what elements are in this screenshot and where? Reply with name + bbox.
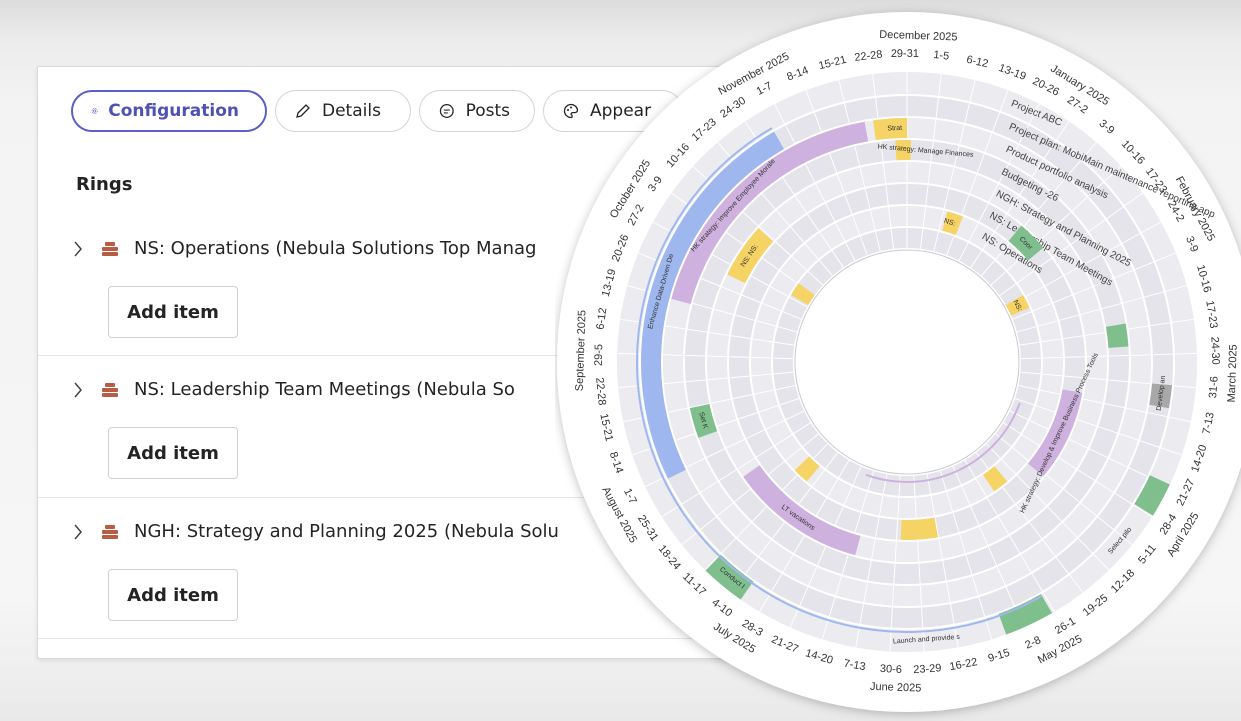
week-label: 24-30	[1208, 336, 1221, 365]
ring-stack-icon	[100, 241, 120, 257]
gear-icon	[91, 108, 98, 114]
tab-details[interactable]: Details	[275, 90, 411, 132]
add-item-button[interactable]: Add item	[108, 569, 238, 621]
month-label: June 2025	[870, 681, 922, 695]
week-label: 31-6	[1207, 376, 1221, 399]
wheel-item[interactable]	[1105, 323, 1129, 348]
ring-stack-icon	[100, 382, 120, 398]
week-label: 30-6	[880, 663, 903, 676]
ring-stack-icon	[100, 524, 120, 540]
wheel-item[interactable]	[900, 517, 938, 540]
week-label: 23-29	[913, 662, 942, 676]
month-label: March 2025	[1226, 344, 1240, 402]
year-wheel-svg: 1-5 6-12 13-1920-2627-23-910-1617-2324-23-…	[557, 12, 1241, 712]
add-item-button[interactable]: Add item	[108, 427, 238, 479]
rings-heading: Rings	[76, 174, 133, 195]
ring-row[interactable]: NS: Operations (Nebula Solutions Top Man…	[70, 238, 536, 259]
ring-row[interactable]: NGH: Strategy and Planning 2025 (Nebula …	[70, 521, 559, 542]
tab-label: Configuration	[108, 101, 239, 121]
week-label: 29-5	[593, 344, 605, 366]
chevron-right-icon[interactable]	[70, 523, 86, 541]
tab-posts[interactable]: Posts	[419, 90, 535, 132]
chevron-right-icon[interactable]	[70, 240, 86, 258]
add-item-button[interactable]: Add item	[108, 286, 238, 338]
ring-name: NGH: Strategy and Planning 2025 (Nebula …	[134, 521, 559, 542]
tab-configuration[interactable]: Configuration	[71, 90, 267, 132]
year-wheel: 1-5 6-12 13-19 20-26 27-2 3-9 10-16 17-23 24-2 3-…	[555, 0, 1241, 721]
tab-label: Posts	[465, 101, 510, 121]
week-label: 29-31	[891, 48, 919, 60]
wheel-center	[794, 249, 1020, 475]
item-label: Strat	[887, 125, 902, 133]
week-label: 1-5	[933, 49, 950, 63]
ring-name: NS: Operations (Nebula Solutions Top Man…	[134, 238, 537, 259]
ring-row[interactable]: NS: Leadership Team Meetings (Nebula So	[70, 379, 515, 400]
chevron-right-icon[interactable]	[70, 381, 86, 399]
ring-name: NS: Leadership Team Meetings (Nebula So	[134, 379, 515, 400]
chat-icon	[439, 104, 454, 118]
pencil-icon	[296, 104, 310, 118]
tab-label: Details	[322, 101, 381, 121]
